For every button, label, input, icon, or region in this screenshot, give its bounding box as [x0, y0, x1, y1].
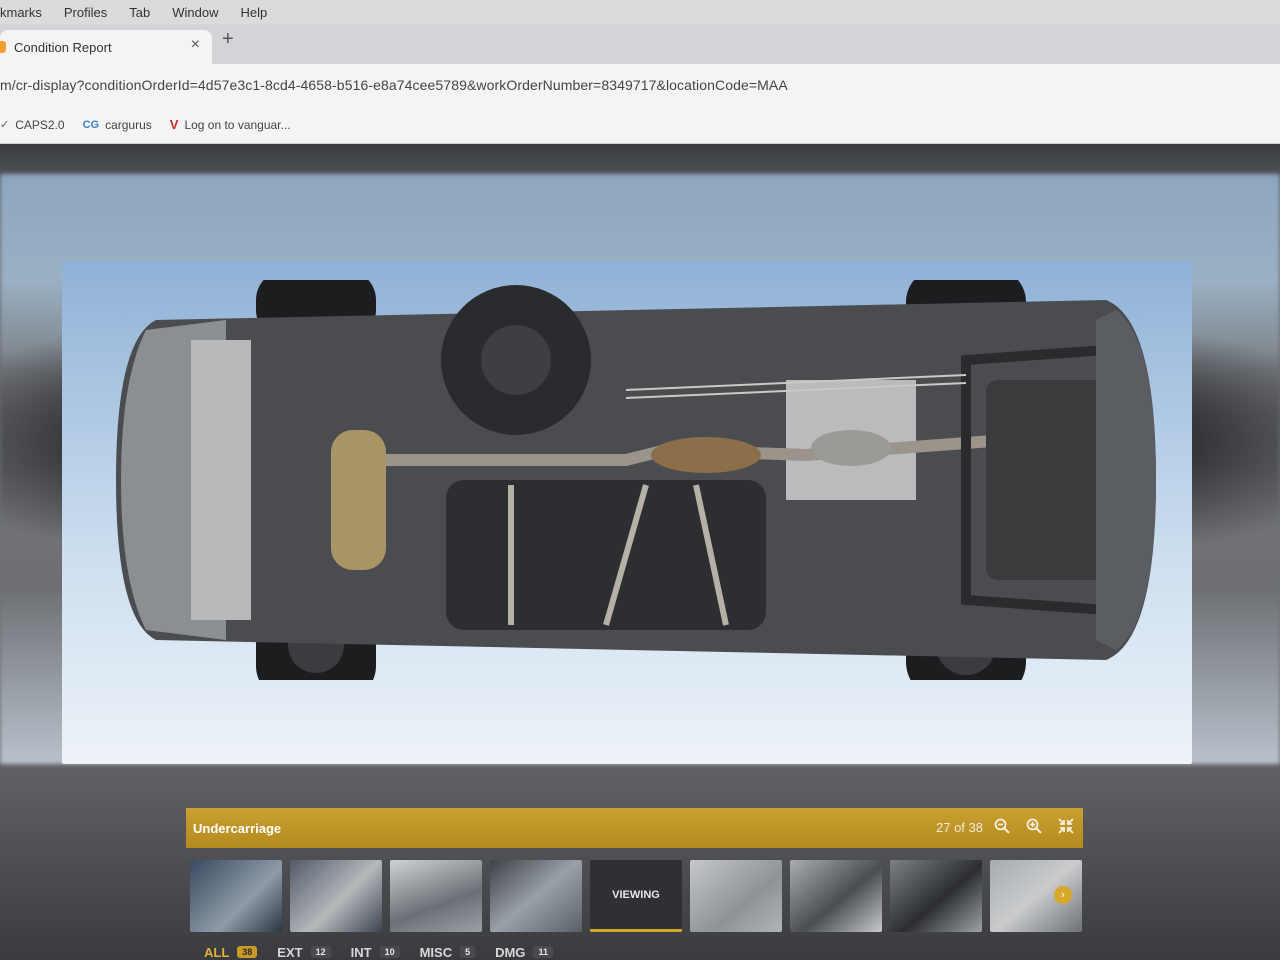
front-bumper	[1096, 310, 1156, 650]
zoom-in-icon[interactable]	[1023, 817, 1045, 839]
menu-bar: kmarks Profiles Tab Window Help	[0, 0, 1280, 24]
thumbnail-current[interactable]: VIEWING	[590, 860, 682, 932]
bookmarks-bar: ✓ CAPS2.0 CG cargurus V Log on to vangua…	[0, 106, 1280, 144]
close-tab-icon[interactable]: ×	[191, 36, 200, 54]
menu-profiles[interactable]: Profiles	[64, 5, 107, 20]
filter-all[interactable]: ALL 38	[204, 944, 258, 960]
filter-count-badge: 10	[379, 946, 400, 958]
menu-bookmarks[interactable]: kmarks	[0, 5, 42, 20]
photo-viewer[interactable]	[62, 260, 1192, 764]
filter-label: ALL	[204, 944, 230, 960]
thumbnail[interactable]	[890, 860, 982, 932]
filter-ext[interactable]: EXT 12	[277, 944, 331, 960]
new-tab-button[interactable]: +	[222, 28, 234, 51]
tab-title: Condition Report	[14, 39, 112, 55]
bookmark-label: Log on to vanguar...	[184, 117, 291, 132]
cargurus-icon: CG	[82, 118, 100, 131]
check-icon: ✓	[0, 119, 10, 131]
menu-tab[interactable]: Tab	[129, 5, 150, 20]
rear-panel	[191, 340, 251, 620]
filter-label: DMG	[495, 944, 526, 960]
bookmark-label: cargurus	[105, 117, 152, 132]
thumbnail[interactable]	[190, 860, 282, 932]
undercarriage-photo	[116, 280, 1156, 680]
menu-help[interactable]: Help	[240, 5, 267, 20]
filter-misc[interactable]: MISC 5	[420, 945, 476, 960]
thumbnail[interactable]	[290, 860, 382, 932]
page-content: Undercarriage 27 of 38 VIEWING › ALL 38	[0, 144, 1280, 960]
filter-dmg[interactable]: DMG 11	[495, 945, 553, 960]
thumbnail-strip: VIEWING ›	[190, 860, 1090, 934]
thumbnail[interactable]	[490, 860, 582, 932]
filter-label: EXT	[277, 944, 303, 960]
muffler	[331, 430, 386, 570]
photo-filter-tabs: ALL 38 EXT 12 INT 10 MISC 5 DMG 11	[204, 944, 573, 960]
filter-label: INT	[350, 944, 372, 960]
collapse-icon[interactable]	[1055, 817, 1077, 839]
filter-int[interactable]: INT 10	[351, 945, 400, 960]
photo-caption: Undercarriage	[193, 820, 282, 836]
tab-condition-report[interactable]: Condition Report ×	[0, 30, 212, 64]
zoom-out-icon[interactable]	[991, 817, 1013, 839]
bookmark-cargurus[interactable]: CG cargurus	[83, 118, 152, 132]
menu-window[interactable]: Window	[172, 5, 218, 20]
filter-count-badge: 11	[533, 946, 553, 958]
bookmark-label: CAPS2.0	[15, 117, 65, 132]
filter-count-badge: 38	[237, 946, 258, 958]
thumbnail[interactable]	[390, 860, 482, 932]
url-text[interactable]: m/cr-display?conditionOrderId=4d57e3c1-8…	[0, 77, 788, 93]
favicon-icon	[0, 41, 6, 53]
next-arrow-icon[interactable]: ›	[1054, 886, 1072, 904]
spare-tire-hub	[481, 325, 551, 395]
bookmark-vanguard[interactable]: V Log on to vanguar...	[170, 117, 291, 132]
photo-caption-bar: Undercarriage 27 of 38	[186, 808, 1083, 848]
fuel-tank	[446, 480, 766, 630]
filter-count-badge: 12	[310, 946, 331, 958]
tab-strip: Condition Report × +	[0, 24, 1280, 64]
thumbnail[interactable]: ›	[990, 860, 1082, 932]
viewing-label: VIEWING	[612, 888, 660, 901]
vanguard-icon: V	[169, 117, 179, 132]
catalytic-converter	[651, 437, 761, 473]
thumbnail[interactable]	[790, 860, 882, 932]
filter-label: MISC	[419, 944, 453, 960]
filter-count-badge: 5	[460, 946, 476, 958]
thumbnail[interactable]	[690, 860, 782, 932]
photo-counter: 27 of 38	[936, 820, 983, 835]
address-bar[interactable]: m/cr-display?conditionOrderId=4d57e3c1-8…	[0, 64, 1280, 106]
bookmark-caps[interactable]: ✓ CAPS2.0	[0, 118, 65, 132]
resonator	[811, 430, 891, 466]
